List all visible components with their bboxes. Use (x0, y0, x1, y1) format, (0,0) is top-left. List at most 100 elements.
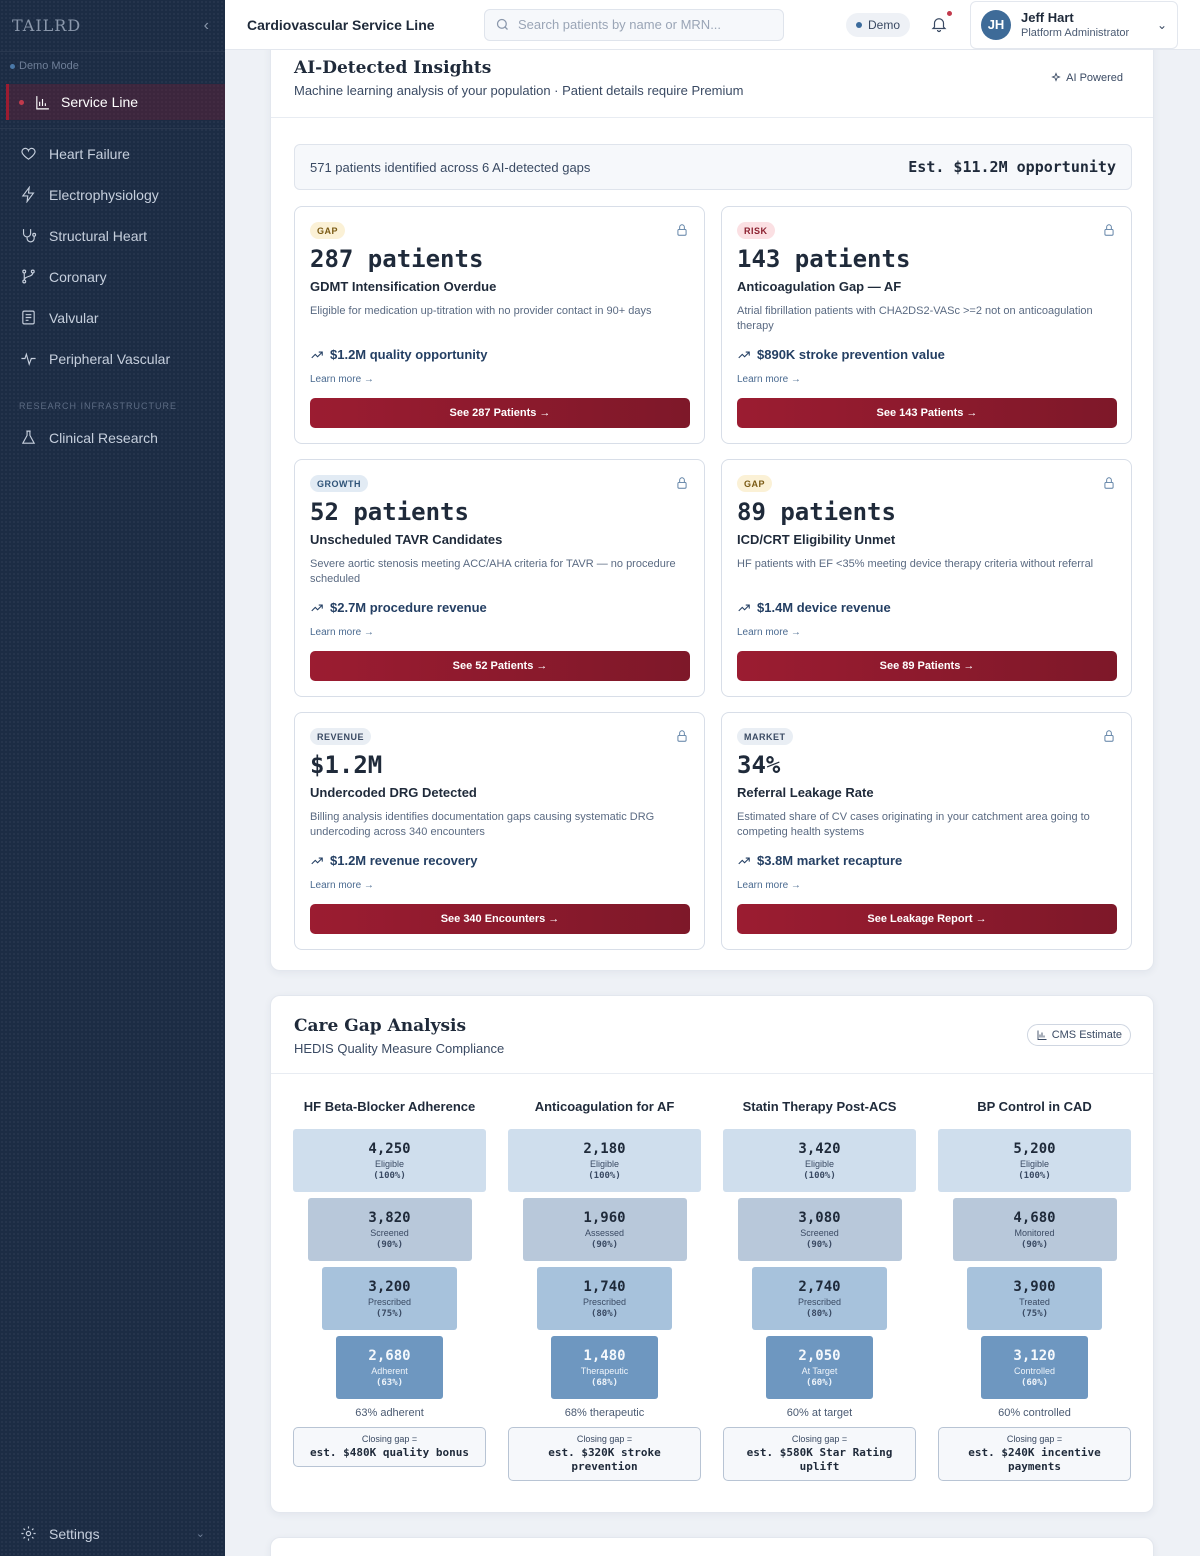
step-label: Monitored (1014, 1227, 1055, 1238)
funnel-hf-beta-blocker: HF Beta-Blocker Adherence 4,250 Eligible(… (293, 1099, 486, 1467)
step-label: At Target (801, 1365, 838, 1376)
see-patients-button[interactable]: See 52 Patients → (310, 651, 690, 681)
sidebar-item-label: Peripheral Vascular (49, 350, 171, 367)
sidebar-item-service-line[interactable]: Service Line (6, 84, 225, 120)
sidebar-item-label: Service Line (61, 94, 139, 110)
step-count: 1,740 (583, 1278, 626, 1295)
sidebar-item-coronary[interactable]: Coronary (0, 256, 225, 297)
stethoscope-icon (22, 229, 37, 243)
learn-more-link[interactable]: Learn more → (310, 880, 374, 891)
user-menu[interactable]: JH Jeff Hart Platform Administrator ⌄ (970, 0, 1179, 49)
closing-label: Closing gap = (791, 1434, 848, 1444)
insight-card-gdmt: GAP 287 patients GDMT Intensification Ov… (294, 206, 705, 444)
demo-mode-indicator: Demo Mode (0, 52, 225, 72)
insight-title: Unscheduled TAVR Candidates (310, 532, 503, 547)
tag-badge: GROWTH (310, 475, 368, 492)
funnel-summary: 60% controlled (998, 1407, 1071, 1419)
step-percent: (100%) (803, 1170, 836, 1181)
closing-gap-box: Closing gap = est. $480K quality bonus (293, 1427, 486, 1467)
insight-card-tavr: GROWTH 52 patients Unscheduled TAVR Cand… (294, 459, 705, 697)
sidebar-item-valvular[interactable]: Valvular (0, 297, 225, 338)
step-label: Treated (1019, 1296, 1050, 1307)
learn-more-link[interactable]: Learn more → (737, 374, 801, 385)
panel-subtitle: HEDIS Quality Measure Compliance (294, 1041, 505, 1056)
sidebar-item-label: Structural Heart (49, 227, 148, 244)
see-leakage-report-button[interactable]: See Leakage Report → (737, 904, 1117, 934)
see-patients-button[interactable]: See 287 Patients → (310, 398, 690, 428)
bar-chart-icon (1037, 1030, 1047, 1040)
closing-value: est. $580K Star Rating uplift (746, 1446, 893, 1473)
learn-more-link[interactable]: Learn more → (310, 374, 374, 385)
bell-icon (931, 17, 947, 32)
user-name: Jeff Hart (1021, 10, 1074, 25)
sidebar-item-clinical-research[interactable]: Clinical Research (0, 417, 225, 458)
funnel-summary: 63% adherent (355, 1407, 424, 1419)
gear-icon (21, 1526, 36, 1541)
search-box[interactable] (484, 8, 784, 41)
chevron-down-icon: ⌄ (1156, 17, 1168, 32)
insight-metric: 143 patients (737, 245, 911, 273)
funnel-title: Anticoagulation for AF (534, 1099, 675, 1114)
sidebar-item-label: Heart Failure (49, 145, 130, 162)
see-patients-button[interactable]: See 89 Patients → (737, 651, 1117, 681)
funnel-title: HF Beta-Blocker Adherence (303, 1099, 476, 1114)
logo[interactable]: TAILRD (12, 16, 81, 35)
step-label: Screened (370, 1227, 409, 1238)
lock-icon (675, 476, 689, 490)
learn-more-link[interactable]: Learn more → (310, 627, 374, 638)
see-encounters-button[interactable]: See 340 Encounters → (310, 904, 690, 934)
collapse-sidebar-icon[interactable]: ‹ (204, 17, 209, 35)
sidebar-item-structural-heart[interactable]: Structural Heart (0, 215, 225, 256)
main-content[interactable]: AI-Detected Insights Machine learning an… (225, 50, 1200, 1556)
trending-up-icon (738, 604, 750, 611)
notifications-button[interactable] (930, 9, 954, 35)
insight-value: $1.2M quality opportunity (310, 347, 487, 362)
research-section-header: RESEARCH INFRASTRUCTURE (19, 401, 178, 411)
step-label: Controlled (1013, 1365, 1056, 1376)
funnel-step: 2,180 Eligible (100%) (508, 1129, 701, 1192)
search-input[interactable] (518, 17, 758, 32)
closing-gap-box: Closing gap = est. $580K Star Rating upli… (723, 1427, 916, 1481)
chevron-down-icon: ⌄ (195, 1528, 205, 1540)
settings-label: Settings (49, 1525, 100, 1542)
insight-value: $1.4M device revenue (737, 600, 891, 615)
step-count: 3,420 (798, 1140, 841, 1157)
funnel-step: 2,680 Adherent (63%) (336, 1336, 443, 1399)
sidebar-item-electrophysiology[interactable]: Electrophysiology (0, 174, 225, 215)
status-dot-icon (10, 63, 15, 69)
funnel-step: 3,200 Prescribed (75%) (322, 1267, 457, 1330)
lock-icon (675, 223, 689, 237)
panel-header: AI-Detected Insights Machine learning an… (294, 58, 743, 98)
tag-badge: GAP (310, 222, 346, 239)
sparkle-icon (1051, 72, 1061, 82)
funnel-step: 2,740 Prescribed (80%) (752, 1267, 887, 1330)
sidebar-item-peripheral-vascular[interactable]: Peripheral Vascular (0, 338, 225, 379)
step-label: Eligible (1019, 1158, 1050, 1169)
tag-badge: GAP (737, 475, 773, 492)
divider (271, 117, 1153, 118)
step-label: Prescribed (367, 1296, 412, 1307)
panel-subtitle: Machine learning analysis of your popula… (294, 83, 744, 98)
learn-more-link[interactable]: Learn more → (737, 880, 801, 891)
insight-metric: 34% (737, 751, 781, 779)
step-label: Eligible (374, 1158, 405, 1169)
step-percent: (80%) (590, 1308, 619, 1319)
insight-metric: 52 patients (310, 498, 469, 526)
search-icon (496, 18, 508, 30)
sidebar-item-heart-failure[interactable]: Heart Failure (0, 133, 225, 174)
funnel-step: 3,820 Screened (90%) (307, 1198, 472, 1261)
step-count: 3,080 (798, 1209, 841, 1226)
see-patients-button[interactable]: See 143 Patients → (737, 398, 1117, 428)
trending-up-icon (311, 857, 323, 864)
funnel-step: 1,960 Assessed (90%) (522, 1198, 687, 1261)
insight-description: Severe aortic stenosis meeting ACC/AHA c… (310, 558, 676, 585)
step-percent: (68%) (590, 1377, 619, 1388)
insight-description: Eligible for medication up-titration wit… (310, 305, 652, 317)
heart-icon (21, 147, 36, 160)
divider (0, 128, 225, 129)
bar-chart-icon (36, 95, 49, 109)
learn-more-link[interactable]: Learn more → (737, 627, 801, 638)
insight-title: Undercoded DRG Detected (310, 785, 477, 800)
lock-icon (1102, 223, 1116, 237)
settings-button[interactable]: Settings ⌄ (0, 1525, 225, 1542)
